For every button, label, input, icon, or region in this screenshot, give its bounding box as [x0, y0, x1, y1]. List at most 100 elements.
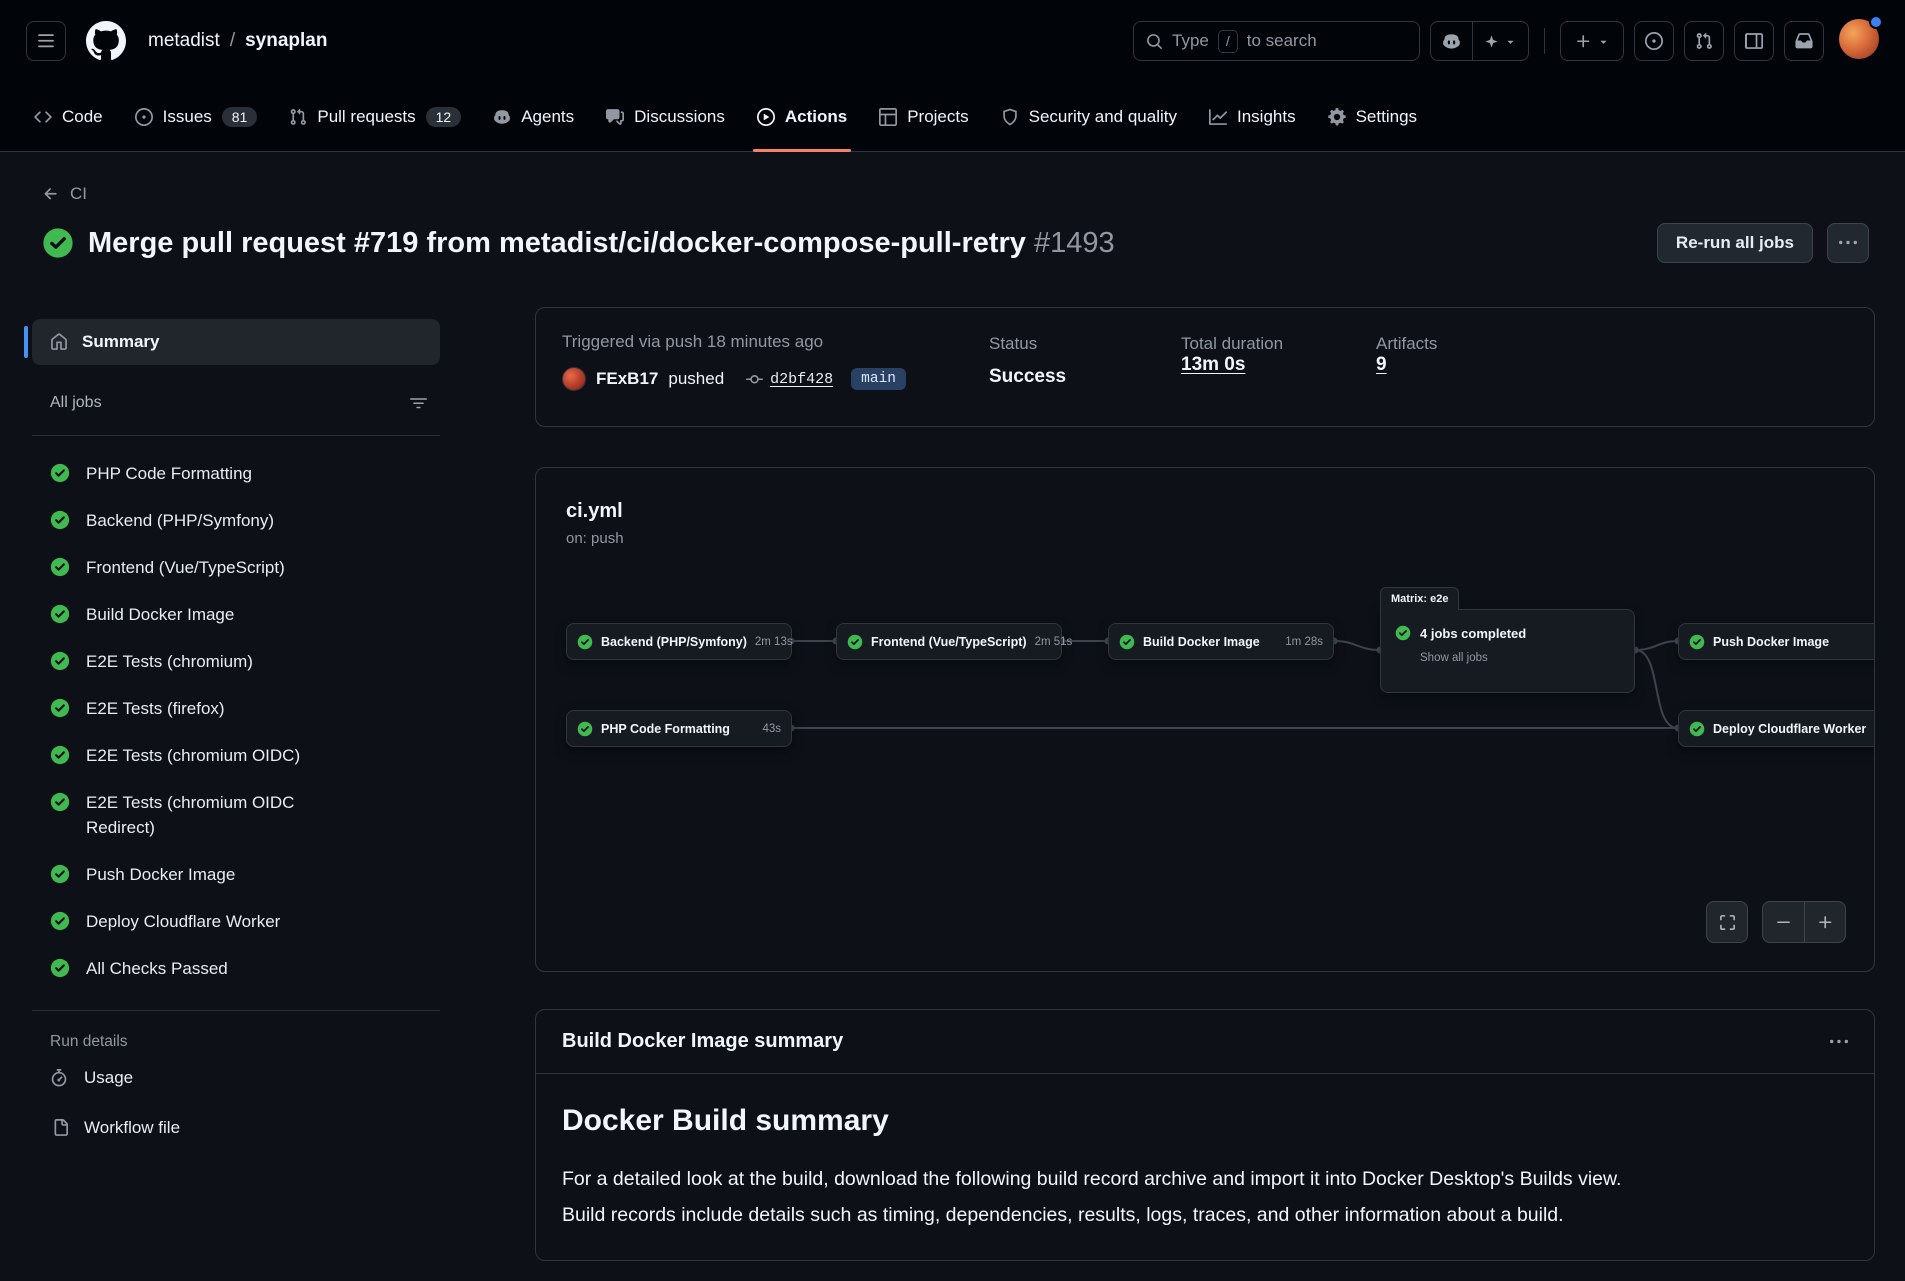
github-logo[interactable]: [86, 21, 126, 61]
success-check-icon: [1119, 634, 1135, 650]
pull-requests-header-button[interactable]: [1684, 21, 1724, 61]
run-info-card: Triggered via push 18 minutes ago FExB17…: [535, 307, 1875, 427]
sidebar-job-item[interactable]: E2E Tests (chromium OIDC): [24, 732, 464, 779]
filter-jobs-button[interactable]: [400, 385, 436, 421]
copilot-button[interactable]: [1431, 22, 1472, 60]
filter-icon: [410, 395, 427, 412]
git-pull-request-icon: [289, 108, 307, 126]
graph-node-deploy-cloudflare-worker[interactable]: Deploy Cloudflare Worker: [1678, 710, 1875, 747]
success-check-icon: [577, 721, 593, 737]
tab-projects[interactable]: Projects: [865, 82, 982, 151]
duration-stat: Total duration 13m 0s: [1181, 334, 1283, 376]
hamburger-menu-button[interactable]: [26, 21, 66, 61]
search-placeholder-suffix: to search: [1247, 31, 1317, 51]
sidebar-job-item[interactable]: PHP Code Formatting: [24, 450, 464, 497]
header-divider: [1544, 28, 1545, 54]
success-check-icon: [50, 792, 70, 812]
fullscreen-button[interactable]: [1706, 901, 1748, 943]
tab-security-and-quality[interactable]: Security and quality: [987, 82, 1191, 151]
build-summary-kebab-button[interactable]: [1830, 1033, 1848, 1051]
arrow-left-icon: [42, 185, 60, 203]
show-all-jobs-link[interactable]: Show all jobs: [1420, 652, 1620, 664]
kebab-icon: [1830, 1033, 1848, 1051]
inbox-button[interactable]: [1784, 21, 1824, 61]
success-check-icon: [1689, 721, 1705, 737]
pull-requests-count-badge: 12: [426, 107, 462, 127]
success-check-icon: [50, 864, 70, 884]
graph-node-frontend[interactable]: Frontend (Vue/TypeScript) 2m 51s: [836, 623, 1062, 660]
chevron-down-icon: [1504, 35, 1517, 48]
branch-badge[interactable]: main: [851, 368, 906, 390]
graph-node-push-docker-image[interactable]: Push Docker Image 2m: [1678, 623, 1875, 660]
slash-key-hint: /: [1218, 30, 1238, 53]
sidebar-job-item[interactable]: Deploy Cloudflare Worker: [24, 898, 464, 945]
user-avatar-wrap: [1839, 19, 1879, 64]
graph-node-php-code-formatting[interactable]: PHP Code Formatting 43s: [566, 710, 792, 747]
tab-label: Actions: [785, 107, 847, 127]
success-check-icon: [50, 911, 70, 931]
commit-sha-link[interactable]: d2bf428: [770, 371, 833, 388]
build-summary-card: Build Docker Image summary Docker Build …: [535, 1009, 1875, 1261]
panel-header-button[interactable]: [1734, 21, 1774, 61]
success-check-icon: [577, 634, 593, 650]
back-to-workflow-link[interactable]: CI: [42, 184, 87, 204]
tab-settings[interactable]: Settings: [1314, 82, 1431, 151]
sidebar-job-item[interactable]: Push Docker Image: [24, 851, 464, 898]
search-input[interactable]: Type / to search: [1133, 21, 1420, 61]
tab-issues[interactable]: Issues 81: [121, 82, 272, 151]
workflow-name: CI: [70, 184, 87, 204]
sidebar-job-item[interactable]: Frontend (Vue/TypeScript): [24, 544, 464, 591]
sidebar-job-item[interactable]: E2E Tests (chromium OIDC Redirect): [24, 779, 464, 851]
tab-discussions[interactable]: Discussions: [592, 82, 739, 151]
tab-insights[interactable]: Insights: [1195, 82, 1310, 151]
sidebar-item-usage[interactable]: Usage: [32, 1055, 440, 1101]
zoom-in-button[interactable]: [1804, 902, 1845, 942]
search-placeholder-prefix: Type: [1172, 31, 1209, 51]
rerun-all-jobs-button[interactable]: Re-run all jobs: [1657, 223, 1813, 263]
create-new-button[interactable]: [1560, 21, 1624, 61]
zoom-out-button[interactable]: [1763, 902, 1804, 942]
issue-opened-icon: [135, 108, 153, 126]
tab-label: Discussions: [634, 107, 725, 127]
tab-label: Insights: [1237, 107, 1296, 127]
sidebar-panel-icon: [1745, 32, 1763, 50]
sidebar-job-item[interactable]: Build Docker Image: [24, 591, 464, 638]
tab-pull-requests[interactable]: Pull requests 12: [275, 82, 475, 151]
sidebar-job-item[interactable]: All Checks Passed: [24, 945, 464, 992]
success-check-icon: [847, 634, 863, 650]
graph-node-backend[interactable]: Backend (PHP/Symfony) 2m 13s: [566, 623, 792, 660]
graph-node-build-docker-image[interactable]: Build Docker Image 1m 28s: [1108, 623, 1334, 660]
actor-avatar[interactable]: [562, 367, 586, 391]
plus-icon: [1575, 33, 1592, 50]
sidebar-job-item[interactable]: E2E Tests (chromium): [24, 638, 464, 685]
shield-icon: [1001, 108, 1019, 126]
run-options-kebab-button[interactable]: [1827, 223, 1869, 263]
build-summary-title: Build Docker Image summary: [562, 1030, 843, 1053]
copilot-menu-button[interactable]: [1472, 22, 1528, 60]
artifacts-count-link[interactable]: 9: [1376, 354, 1387, 375]
tab-label: Pull requests: [317, 107, 415, 127]
tab-label: Projects: [907, 107, 968, 127]
build-summary-paragraph: Build records include details such as ti…: [562, 1200, 1848, 1230]
sidebar-item-summary[interactable]: Summary: [32, 319, 440, 365]
tab-agents[interactable]: Agents: [479, 82, 588, 151]
sidebar-item-workflow-file[interactable]: Workflow file: [32, 1105, 440, 1151]
sidebar-job-item[interactable]: E2E Tests (firefox): [24, 685, 464, 732]
breadcrumb-separator: /: [230, 30, 235, 52]
actor-name[interactable]: FExB17: [596, 369, 658, 389]
breadcrumb-repo[interactable]: synaplan: [245, 30, 327, 52]
tab-actions[interactable]: Actions: [743, 82, 861, 151]
run-header: CI Merge pull request #719 from metadist…: [0, 152, 1905, 263]
projects-table-icon: [879, 108, 897, 126]
duration-value-link[interactable]: 13m 0s: [1181, 354, 1245, 375]
issues-header-button[interactable]: [1634, 21, 1674, 61]
graph-node-matrix-e2e[interactable]: 4 jobs completed Show all jobs: [1380, 609, 1635, 693]
breadcrumb-org[interactable]: metadist: [148, 30, 220, 52]
tab-code[interactable]: Code: [20, 82, 117, 151]
issue-opened-icon: [1645, 32, 1663, 50]
success-check-icon: [50, 463, 70, 483]
run-title: Merge pull request #719 from metadist/ci…: [88, 227, 1115, 260]
kebab-icon: [1839, 234, 1857, 252]
tab-label: Code: [62, 107, 103, 127]
sidebar-job-item[interactable]: Backend (PHP/Symfony): [24, 497, 464, 544]
